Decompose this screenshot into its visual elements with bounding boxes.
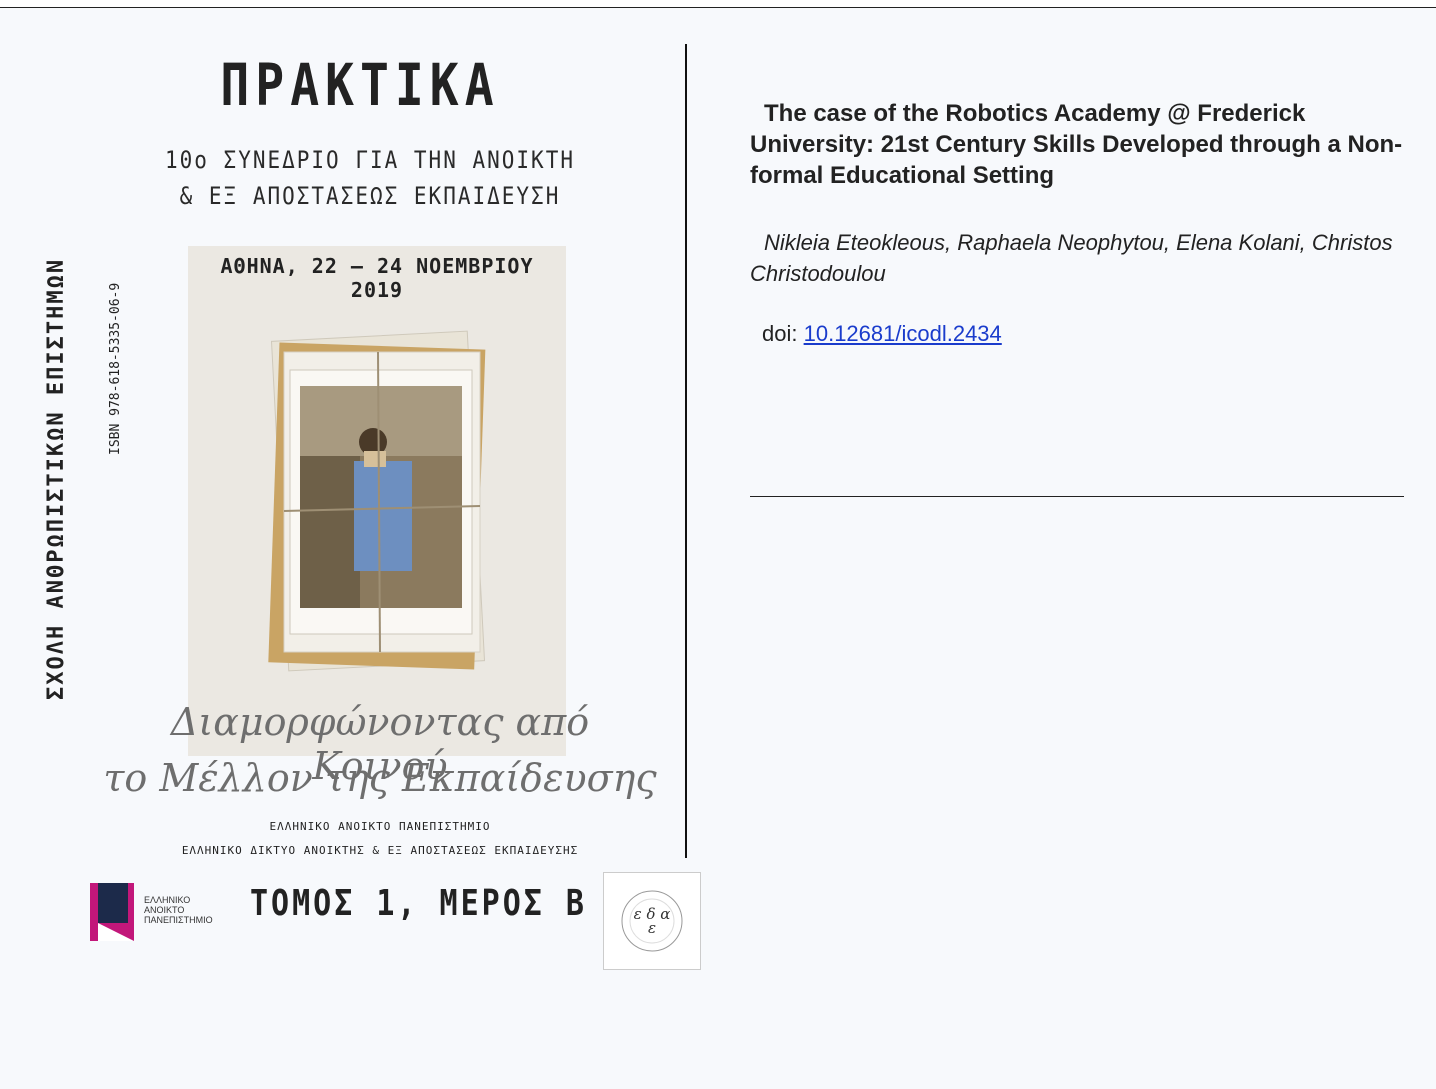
article-title[interactable]: The case of the Robotics Academy @ Frede… <box>750 98 1420 191</box>
eap-logo-mark <box>90 883 134 941</box>
cover-title: ΠΡΑΚΤΙΚΑ <box>220 52 500 120</box>
cover-org-line1: ΕΛΛΗΝΙΚΟ ΑΝΟΙΚΤΟ ΠΑΝΕΠΙΣΤΗΜΙΟ <box>269 820 491 833</box>
cover-subtitle-line1: 10ο ΣΥΝΕΔΡΙΟ ΓΙΑ ΤΗΝ ΑΝΟΙΚΤΗ <box>164 146 575 174</box>
proceedings-cover[interactable]: ΠΡΑΚΤΙΚΑ 10ο ΣΥΝΕΔΡΙΟ ΓΙΑ ΤΗΝ ΑΝΟΙΚΤΗ & … <box>40 40 701 980</box>
letter-stack-image <box>268 330 486 672</box>
vertical-divider <box>685 44 687 858</box>
cover-subtitle-line2: & ΕΞ ΑΠΟΣΤΑΣΕΩΣ ΕΚΠΑΙΔΕΥΣΗ <box>179 182 561 210</box>
cover-script-line2: το Μέλλον της Εκπαίδευσης <box>103 756 657 800</box>
edae-logo-text: ε δ α ε <box>633 905 671 937</box>
doi-label: doi: <box>762 321 798 346</box>
cover-volume: ΤΟΜΟΣ 1, ΜΕΡΟΣ Β <box>250 882 587 925</box>
eap-logo-text: ΕΛΛΗΝΙΚΟ ΑΝΟΙΚΤΟ ΠΑΝΕΠΙΣΤΗΜΙΟ <box>144 895 213 925</box>
cover-isbn: ISBN 978-618-5335-06-9 <box>108 282 123 455</box>
article-authors: Nikleia Eteokleous, Raphaela Neophytou, … <box>750 230 1393 286</box>
cover-photo: ΑΘΗΝΑ, 22 – 24 ΝΟΕΜΒΡΙΟΥ 2019 <box>188 246 566 756</box>
article-info: The case of the Robotics Academy @ Frede… <box>750 98 1420 347</box>
edae-logo: ε δ α ε <box>603 872 701 970</box>
horizontal-divider <box>750 496 1404 497</box>
top-rule <box>0 0 1436 8</box>
cover-org-line2: ΕΛΛΗΝΙΚΟ ΔΙΚΤΥΟ ΑΝΟΙΚΤΗΣ & ΕΞ ΑΠΟΣΤΑΣΕΩΣ… <box>181 844 579 857</box>
doi-link[interactable]: 10.12681/icodl.2434 <box>804 321 1002 346</box>
eap-logo: ΕΛΛΗΝΙΚΟ ΑΝΟΙΚΤΟ ΠΑΝΕΠΙΣΤΗΜΙΟ <box>90 883 230 941</box>
cover-side-text: ΣΧΟΛΗ ΑΝΘΡΩΠΙΣΤΙΚΩΝ ΕΠΙΣΤΗΜΩΝ <box>44 257 69 700</box>
article-doi: doi: 10.12681/icodl.2434 <box>750 321 1420 347</box>
